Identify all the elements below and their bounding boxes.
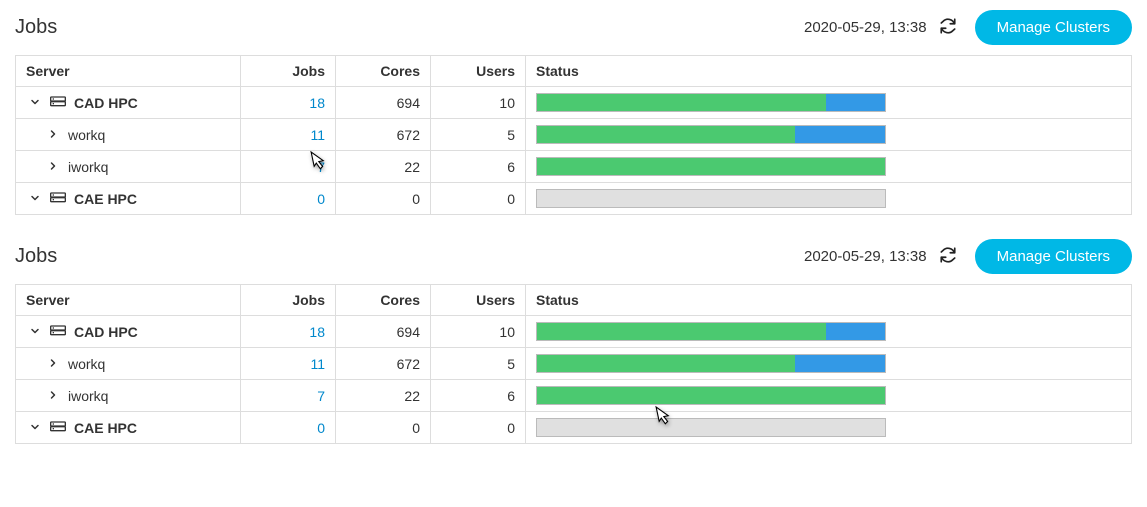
table-header-row: Server Jobs Cores Users Status (16, 56, 1132, 87)
chevron-down-icon (29, 191, 41, 207)
refresh-button[interactable] (935, 13, 961, 42)
row-label: CAD HPC (74, 95, 138, 111)
users-value: 0 (431, 412, 526, 444)
status-bar[interactable] (536, 354, 886, 373)
col-cores[interactable]: Cores (336, 285, 431, 316)
row-label: CAE HPC (74, 420, 137, 436)
table-header-row: Server Jobs Cores Users Status (16, 285, 1132, 316)
jobs-link[interactable]: 0 (317, 191, 325, 207)
jobs-link[interactable]: 18 (309, 324, 325, 340)
server-icon (50, 96, 66, 110)
cores-value: 672 (336, 348, 431, 380)
manage-clusters-button[interactable]: Manage Clusters (975, 239, 1132, 274)
status-bar[interactable] (536, 386, 886, 405)
users-value: 5 (431, 119, 526, 151)
expand-toggle[interactable] (26, 95, 44, 111)
chevron-right-icon (47, 356, 59, 372)
col-users[interactable]: Users (431, 285, 526, 316)
refresh-icon (939, 246, 957, 267)
row-label: workq (68, 356, 105, 372)
panel-title: Jobs (15, 16, 57, 39)
jobs-panel: Jobs 2020-05-29, 13:38 Manage Clusters S… (15, 239, 1132, 444)
cores-value: 0 (336, 183, 431, 215)
refresh-button[interactable] (935, 242, 961, 271)
cores-value: 0 (336, 412, 431, 444)
expand-toggle[interactable] (26, 191, 44, 207)
jobs-link[interactable]: 0 (317, 420, 325, 436)
cores-value: 694 (336, 316, 431, 348)
server-icon (50, 325, 66, 339)
jobs-link[interactable]: 18 (309, 95, 325, 111)
col-server[interactable]: Server (16, 285, 241, 316)
cores-value: 22 (336, 151, 431, 183)
users-value: 5 (431, 348, 526, 380)
users-value: 6 (431, 151, 526, 183)
table-row: CAD HPC 18 694 10 (16, 316, 1132, 348)
table-row: CAE HPC 0 0 0 (16, 412, 1132, 444)
col-cores[interactable]: Cores (336, 56, 431, 87)
chevron-right-icon (47, 127, 59, 143)
panel-header: Jobs 2020-05-29, 13:38 Manage Clusters (15, 239, 1132, 274)
row-label: workq (68, 127, 105, 143)
col-status[interactable]: Status (526, 285, 1132, 316)
users-value: 0 (431, 183, 526, 215)
expand-toggle[interactable] (26, 420, 44, 436)
users-value: 6 (431, 380, 526, 412)
table-row: workq 11 672 5 (16, 348, 1132, 380)
col-jobs[interactable]: Jobs (241, 285, 336, 316)
status-bar[interactable] (536, 418, 886, 437)
users-value: 10 (431, 316, 526, 348)
col-users[interactable]: Users (431, 56, 526, 87)
timestamp: 2020-05-29, 13:38 (804, 19, 927, 36)
expand-toggle[interactable] (44, 127, 62, 143)
jobs-link[interactable]: 7 (317, 388, 325, 404)
jobs-panel: Jobs 2020-05-29, 13:38 Manage Clusters S… (15, 10, 1132, 215)
row-label: iworkq (68, 388, 108, 404)
server-icon (50, 421, 66, 435)
chevron-right-icon (47, 388, 59, 404)
status-bar[interactable] (536, 189, 886, 208)
status-bar[interactable] (536, 322, 886, 341)
jobs-table: Server Jobs Cores Users Status CAD HPC (15, 284, 1132, 444)
row-label: iworkq (68, 159, 108, 175)
jobs-link[interactable]: 11 (310, 356, 325, 372)
jobs-link[interactable]: 7 (317, 159, 325, 175)
jobs-link[interactable]: 11 (310, 127, 325, 143)
row-label: CAE HPC (74, 191, 137, 207)
row-label: CAD HPC (74, 324, 138, 340)
col-jobs[interactable]: Jobs (241, 56, 336, 87)
panel-header: Jobs 2020-05-29, 13:38 Manage Clusters (15, 10, 1132, 45)
chevron-down-icon (29, 420, 41, 436)
panel-title: Jobs (15, 245, 57, 268)
col-status[interactable]: Status (526, 56, 1132, 87)
manage-clusters-button[interactable]: Manage Clusters (975, 10, 1132, 45)
cores-value: 694 (336, 87, 431, 119)
col-server[interactable]: Server (16, 56, 241, 87)
table-row: CAE HPC 0 0 0 (16, 183, 1132, 215)
chevron-down-icon (29, 95, 41, 111)
table-row: CAD HPC 18 694 10 (16, 87, 1132, 119)
expand-toggle[interactable] (44, 159, 62, 175)
status-bar[interactable] (536, 157, 886, 176)
cores-value: 22 (336, 380, 431, 412)
table-row: iworkq 7 22 6 (16, 380, 1132, 412)
cores-value: 672 (336, 119, 431, 151)
refresh-icon (939, 17, 957, 38)
expand-toggle[interactable] (44, 388, 62, 404)
status-bar[interactable] (536, 93, 886, 112)
server-icon (50, 192, 66, 206)
table-row: workq 11 672 5 (16, 119, 1132, 151)
jobs-table: Server Jobs Cores Users Status (15, 55, 1132, 215)
chevron-down-icon (29, 324, 41, 340)
expand-toggle[interactable] (44, 356, 62, 372)
chevron-right-icon (47, 159, 59, 175)
users-value: 10 (431, 87, 526, 119)
timestamp: 2020-05-29, 13:38 (804, 248, 927, 265)
status-bar[interactable] (536, 125, 886, 144)
table-row: iworkq 7 22 6 (16, 151, 1132, 183)
expand-toggle[interactable] (26, 324, 44, 340)
